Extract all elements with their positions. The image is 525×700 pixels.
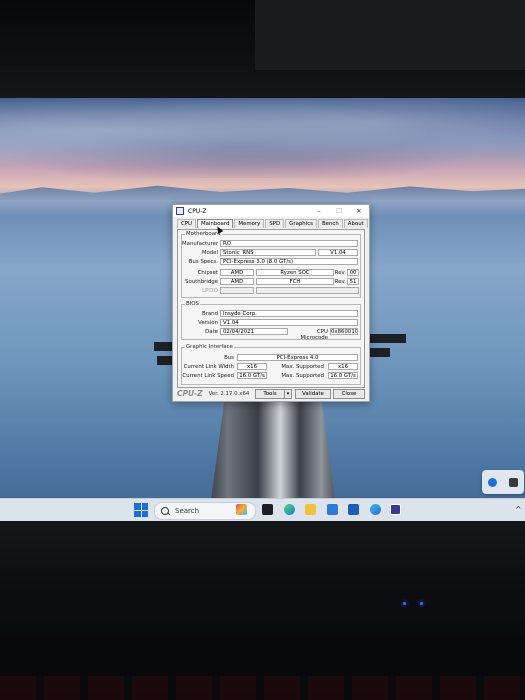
tab-graphics[interactable]: Graphics bbox=[285, 219, 317, 228]
southbridge-name-value: FCH bbox=[256, 278, 334, 285]
pier-post-left bbox=[154, 342, 174, 351]
maximize-button[interactable]: ☐ bbox=[329, 207, 349, 215]
bios-brand-label: Brand bbox=[201, 311, 218, 317]
cpuz-icon[interactable] bbox=[390, 504, 401, 515]
wallpaper-clouds bbox=[0, 98, 525, 178]
graphic-interface-group-label: Graphic Interface bbox=[185, 344, 234, 350]
validate-button[interactable]: Validate bbox=[295, 389, 331, 399]
monitor-top-bezel bbox=[0, 0, 525, 98]
bus-specs-value: PCI-Express 3.0 (8.0 GT/s) bbox=[220, 258, 358, 265]
chipset-rev-label: Rev. bbox=[334, 270, 346, 276]
keyboard-backlight bbox=[0, 676, 525, 700]
file-explorer-icon[interactable] bbox=[305, 504, 316, 515]
max-width-label: Max. Supported bbox=[281, 364, 324, 370]
motherboard-group: Motherboard Manufacturer RO Model Stonic… bbox=[181, 231, 361, 298]
microcode-label: CPU Microcode bbox=[300, 329, 328, 341]
widget-dark-icon[interactable] bbox=[509, 477, 518, 487]
indicator-led bbox=[420, 602, 423, 605]
bios-group: BIOS Brand Insyde Corp. Version V1.04 Da… bbox=[181, 301, 361, 341]
link-speed-label: Current Link Speed bbox=[182, 373, 234, 379]
bios-group-label: BIOS bbox=[185, 301, 200, 307]
taskbar: Search ^ bbox=[0, 498, 525, 522]
close-button[interactable]: Close bbox=[333, 389, 365, 399]
version-text: Ver. 2.17.0.x64 bbox=[208, 390, 250, 397]
max-speed-label: Max. Supported bbox=[281, 373, 324, 379]
window-title: CPU-Z bbox=[188, 207, 207, 215]
lpcio-label: LPCIO bbox=[202, 288, 218, 294]
tools-dropdown-icon[interactable]: ▾ bbox=[284, 389, 292, 399]
mail-icon[interactable] bbox=[348, 504, 359, 515]
edge-icon[interactable] bbox=[284, 504, 295, 515]
cpuz-brand: CPU-Z bbox=[177, 389, 203, 398]
wallpaper-mountains bbox=[0, 185, 525, 200]
search-icon bbox=[161, 507, 169, 515]
search-placeholder: Search bbox=[175, 507, 200, 515]
cpuz-window[interactable]: CPU-Z – ☐ ✕ CPU Mainboard Memory SPD Gra… bbox=[172, 204, 370, 402]
task-view-icon[interactable] bbox=[262, 504, 273, 515]
southbridge-vendor-value: AMD bbox=[220, 278, 254, 285]
max-width-value: x16 bbox=[328, 363, 358, 370]
monitor-bottom-bezel bbox=[0, 521, 525, 700]
bios-date-value: 02/04/2021 bbox=[220, 328, 288, 335]
model-value: Stonic_RNS bbox=[220, 249, 316, 256]
graphic-interface-group: Graphic Interface Bus PCI-Express 4.0 Cu… bbox=[181, 344, 361, 385]
mainboard-panel: Motherboard Manufacturer RO Model Stonic… bbox=[177, 229, 365, 388]
link-width-value: x16 bbox=[237, 363, 267, 370]
bios-date-label: Date bbox=[205, 329, 218, 335]
chipset-name-value: Ryzen SOC bbox=[256, 269, 334, 276]
chevron-up-icon[interactable]: ^ bbox=[515, 505, 522, 514]
minimize-button[interactable]: – bbox=[309, 207, 329, 215]
gi-bus-value: PCI-Express 4.0 bbox=[237, 354, 358, 361]
lpcio-name-value bbox=[256, 287, 359, 294]
copilot-icon[interactable] bbox=[236, 504, 247, 515]
chipset-rev-value: 00 bbox=[347, 269, 359, 276]
chipset-label: Chipset bbox=[197, 270, 218, 276]
background-shadow bbox=[255, 0, 525, 70]
manufacturer-value: RO bbox=[220, 240, 358, 247]
pier-post-left-lower bbox=[157, 356, 173, 365]
pier-post-right-lower bbox=[368, 348, 390, 357]
browser-icon[interactable] bbox=[370, 504, 381, 515]
model-revision-value: V1.04 bbox=[318, 249, 358, 256]
link-width-label: Current Link Width bbox=[183, 364, 234, 370]
bus-specs-label: Bus Specs. bbox=[188, 259, 218, 265]
indicator-led bbox=[403, 602, 406, 605]
tab-cpu[interactable]: CPU bbox=[177, 219, 196, 228]
widget-blue-icon[interactable] bbox=[488, 477, 497, 487]
title-bar[interactable]: CPU-Z – ☐ ✕ bbox=[173, 205, 369, 217]
gi-bus-label: Bus bbox=[224, 355, 234, 361]
southbridge-rev-label: Rev. bbox=[334, 279, 346, 285]
store-icon[interactable] bbox=[327, 504, 338, 515]
manufacturer-label: Manufacturer bbox=[182, 241, 219, 247]
max-speed-value: 16.0 GT/s bbox=[328, 372, 358, 379]
pier-post-right bbox=[366, 334, 406, 343]
bios-version-label: Version bbox=[198, 320, 218, 326]
model-label: Model bbox=[201, 250, 218, 256]
tab-memory[interactable]: Memory bbox=[234, 219, 265, 228]
lpcio-vendor-value bbox=[220, 287, 254, 294]
cpuz-app-icon bbox=[176, 207, 184, 215]
close-window-button[interactable]: ✕ bbox=[349, 207, 369, 215]
bios-brand-value: Insyde Corp. bbox=[220, 310, 358, 317]
tab-spd[interactable]: SPD bbox=[265, 219, 285, 228]
southbridge-rev-value: 51 bbox=[347, 278, 359, 285]
microcode-value: 0x8600103 bbox=[330, 328, 358, 335]
link-speed-value: 16.0 GT/s bbox=[237, 372, 267, 379]
tools-button[interactable]: Tools bbox=[255, 389, 285, 399]
start-icon[interactable] bbox=[134, 503, 148, 517]
bios-version-value: V1.04 bbox=[220, 319, 358, 326]
tab-about[interactable]: About bbox=[343, 219, 368, 228]
tab-bar: CPU Mainboard Memory SPD Graphics Bench … bbox=[177, 219, 369, 228]
quick-widget[interactable] bbox=[482, 470, 524, 494]
chipset-vendor-value: AMD bbox=[220, 269, 254, 276]
tab-bench[interactable]: Bench bbox=[317, 219, 343, 228]
window-footer: CPU-Z Ver. 2.17.0.x64 Tools ▾ Validate C… bbox=[175, 388, 367, 399]
southbridge-label: Southbridge bbox=[185, 279, 218, 285]
